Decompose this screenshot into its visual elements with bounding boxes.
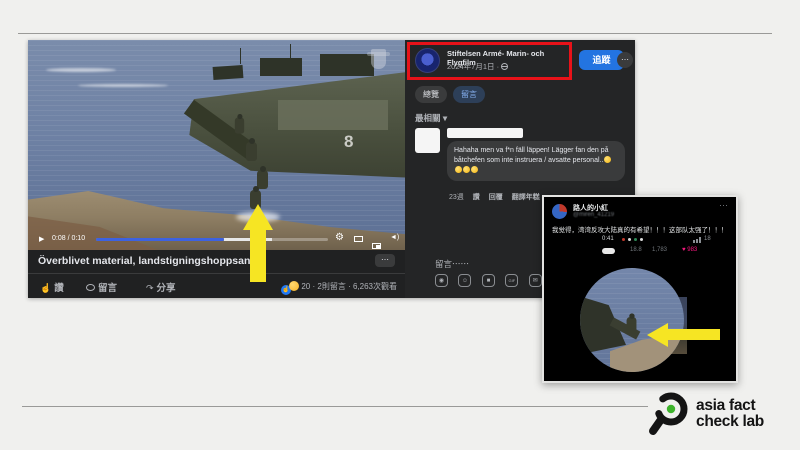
soldier-figure [246, 142, 257, 161]
progress-dot [634, 238, 637, 241]
separator: · [312, 282, 315, 291]
x-video-circle-crop [580, 268, 684, 372]
comment-count: 2則留言 [317, 282, 345, 291]
share-arrow-icon: ↷ [146, 283, 154, 293]
progress-dot [628, 238, 631, 241]
x-user-avatar[interactable] [552, 204, 567, 219]
video-more-button[interactable]: ⋯ [375, 254, 395, 267]
x-handle[interactable]: @miren_41219 [573, 212, 614, 218]
settings-gear-icon[interactable]: ⚙ [335, 232, 344, 243]
camera-icon[interactable]: ■ [482, 274, 495, 287]
soldier-figure [235, 117, 244, 133]
composer-icon-row: ◉ ☺ ■ GIF ✉ [435, 274, 548, 292]
red-highlight-box [407, 42, 572, 80]
post-action-bar: ☝讚 留言 ↷分享 ☝ 20 · 2則留言 · 6,263次觀看 [28, 273, 405, 298]
comment-meta-row: 23週 讚 回覆 翻譯年糕 [449, 192, 540, 202]
soldier-figure [257, 170, 268, 189]
yellow-arrow-up-shaft [250, 229, 266, 282]
haha-reaction-icon [289, 281, 299, 291]
volume-icon[interactable]: ◄) [390, 234, 399, 241]
engagement-summary[interactable]: ☝ 20 · 2則留言 · 6,263次觀看 [281, 281, 397, 295]
x-view-count: 18 [704, 236, 711, 242]
factcheck-graphic: 8 ▶ 0:08 / 0:10 ⚙ ◄) Överblivet [0, 0, 800, 450]
progress-dot [622, 238, 625, 241]
boat-superstructure [260, 58, 302, 76]
tab-comments[interactable]: 留言 [453, 86, 485, 103]
avatar-sticker-icon[interactable]: ◉ [435, 274, 448, 287]
reaction-count: 20 [301, 282, 310, 291]
rofl-emoji [471, 166, 478, 173]
video-title: Överblivet material, landstigningshoppsa… [38, 255, 250, 267]
video-title-bar: Överblivet material, landstigningshoppsa… [28, 250, 405, 273]
x-post-text: 我觉得，湾湾反攻大陆真的有希望！！！这部队太强了！！！ [552, 224, 732, 234]
comment-button[interactable]: 留言 [86, 280, 117, 294]
x-post-screenshot: 路人的小紅 @miren_41219 ⋯ 我觉得，湾湾反攻大陆真的有希望！！！这… [542, 195, 738, 383]
video-progress-bar[interactable] [96, 238, 328, 241]
comment-translate-link[interactable]: 翻譯年糕 [512, 194, 540, 201]
bottom-divider-line [22, 406, 648, 407]
signal-bars-icon [699, 237, 701, 243]
asia-fact-check-lab-logo: asia fact check lab [646, 388, 791, 440]
signal-bars-icon [693, 240, 695, 243]
like-button[interactable]: ☝讚 [40, 280, 64, 294]
boat-hull-panel [278, 100, 388, 130]
facebook-video-player[interactable]: 8 ▶ 0:08 / 0:10 ⚙ ◄) [28, 40, 405, 250]
separator: · [348, 282, 351, 291]
x-like-count[interactable]: 1,783 [652, 247, 667, 253]
comment-age: 23週 [449, 194, 464, 201]
view-count: 6,263次觀看 [353, 282, 397, 291]
theater-mode-icon[interactable] [354, 236, 363, 242]
rofl-emoji [455, 166, 462, 173]
yellow-arrow-left-shaft [667, 329, 720, 340]
x-liked-heart[interactable]: ♥ 983 [682, 247, 697, 253]
video-control-bar: ▶ 0:08 / 0:10 ⚙ ◄) [28, 228, 405, 250]
gif-icon[interactable]: GIF [505, 274, 518, 287]
picture-in-picture-icon[interactable] [372, 243, 381, 249]
hull-number: 8 [344, 132, 353, 152]
laughing-emoji [604, 156, 611, 163]
magnifier-logo-icon [646, 389, 692, 439]
tab-overview[interactable]: 總覽 [415, 86, 447, 103]
commenter-name-redacted [447, 128, 523, 138]
top-divider-line [18, 33, 772, 34]
sticker-icon[interactable]: ✉ [529, 274, 542, 287]
signal-bars-icon [696, 239, 698, 243]
post-more-button[interactable]: ⋯ [617, 52, 633, 68]
x-repost-count[interactable]: 18.8 [630, 247, 642, 253]
soldier-figure [627, 317, 637, 334]
play-icon[interactable]: ▶ [39, 235, 44, 243]
boat-superstructure [213, 65, 244, 80]
wave-foam [78, 84, 168, 87]
thumbs-up-icon: ☝ [40, 283, 51, 293]
comment-bubble-icon [86, 284, 95, 291]
yellow-arrow-up-head [243, 204, 273, 230]
sort-dropdown[interactable]: 最相關 ▾ [415, 112, 447, 124]
x-more-button[interactable]: ⋯ [719, 200, 728, 211]
wave-foam [46, 68, 116, 72]
boat-superstructure [320, 54, 374, 76]
boat-antenna [240, 48, 241, 64]
video-timestamp: 0:08 / 0:10 [52, 235, 85, 242]
progress-dot [640, 238, 643, 241]
armemarinfilm-watermark-crest [371, 49, 386, 69]
comment-input[interactable]: 留言⋯⋯ [435, 258, 469, 270]
emoji-icon[interactable]: ☺ [458, 274, 471, 287]
x-reply-count-redacted[interactable] [602, 248, 615, 254]
x-engagement-row: 18.8 1,783 ♥ 983 [544, 247, 736, 255]
yellow-arrow-left-head [647, 323, 668, 347]
x-video-time-row: 0:41 18 [544, 236, 736, 244]
commenter-avatar-redacted [415, 128, 440, 153]
laughing-emoji [463, 166, 470, 173]
heart-icon: ♥ [682, 247, 686, 253]
boat-antenna [290, 44, 291, 58]
share-button[interactable]: ↷分享 [146, 280, 176, 294]
x-video-timestamp: 0:41 [602, 236, 614, 242]
comment-reply-link[interactable]: 回覆 [489, 194, 503, 201]
comment-like-link[interactable]: 讚 [473, 194, 480, 201]
logo-wordmark: asia fact check lab [696, 398, 764, 431]
comment-bubble[interactable]: Hahaha men va f*n fäll läppen! Lägger fa… [447, 141, 625, 181]
